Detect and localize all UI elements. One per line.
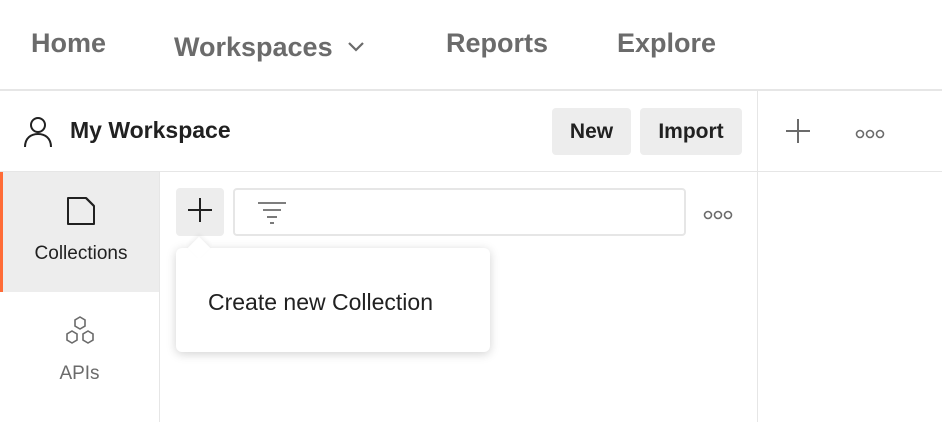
sidebar-item-apis[interactable]: APIs xyxy=(0,292,159,412)
chevron-down-icon xyxy=(347,28,365,59)
nav-reports[interactable]: Reports xyxy=(446,28,548,59)
import-button[interactable]: Import xyxy=(640,108,742,155)
tab-bar-header xyxy=(758,91,942,172)
new-button[interactable]: New xyxy=(552,108,631,155)
tooltip-text: Create new Collection xyxy=(208,289,434,315)
search-input[interactable] xyxy=(233,188,686,236)
top-nav: Home Workspaces Reports Explore xyxy=(0,0,942,91)
nav-workspaces-label: Workspaces xyxy=(174,32,333,62)
add-collection-button[interactable] xyxy=(176,188,224,236)
plus-icon xyxy=(187,197,213,228)
sidebar-item-collections[interactable]: Collections xyxy=(0,172,159,292)
workspace-header: My Workspace New Import xyxy=(0,91,758,172)
sidebar: Collections APIs xyxy=(0,172,160,422)
filter-icon xyxy=(257,201,287,230)
collection-icon xyxy=(66,196,96,231)
more-options-icon[interactable] xyxy=(855,126,885,144)
nav-workspaces[interactable]: Workspaces xyxy=(174,28,365,63)
sidebar-item-label: Collections xyxy=(34,243,128,264)
apis-icon xyxy=(64,316,96,351)
create-collection-tooltip: Create new Collection xyxy=(176,236,490,352)
workspace-title[interactable]: My Workspace xyxy=(70,117,231,144)
user-icon xyxy=(23,116,53,153)
nav-explore[interactable]: Explore xyxy=(617,28,716,59)
plus-icon[interactable] xyxy=(785,118,811,149)
more-options-icon[interactable] xyxy=(703,207,733,225)
sidebar-item-label: APIs xyxy=(59,363,100,384)
nav-home[interactable]: Home xyxy=(31,28,106,59)
